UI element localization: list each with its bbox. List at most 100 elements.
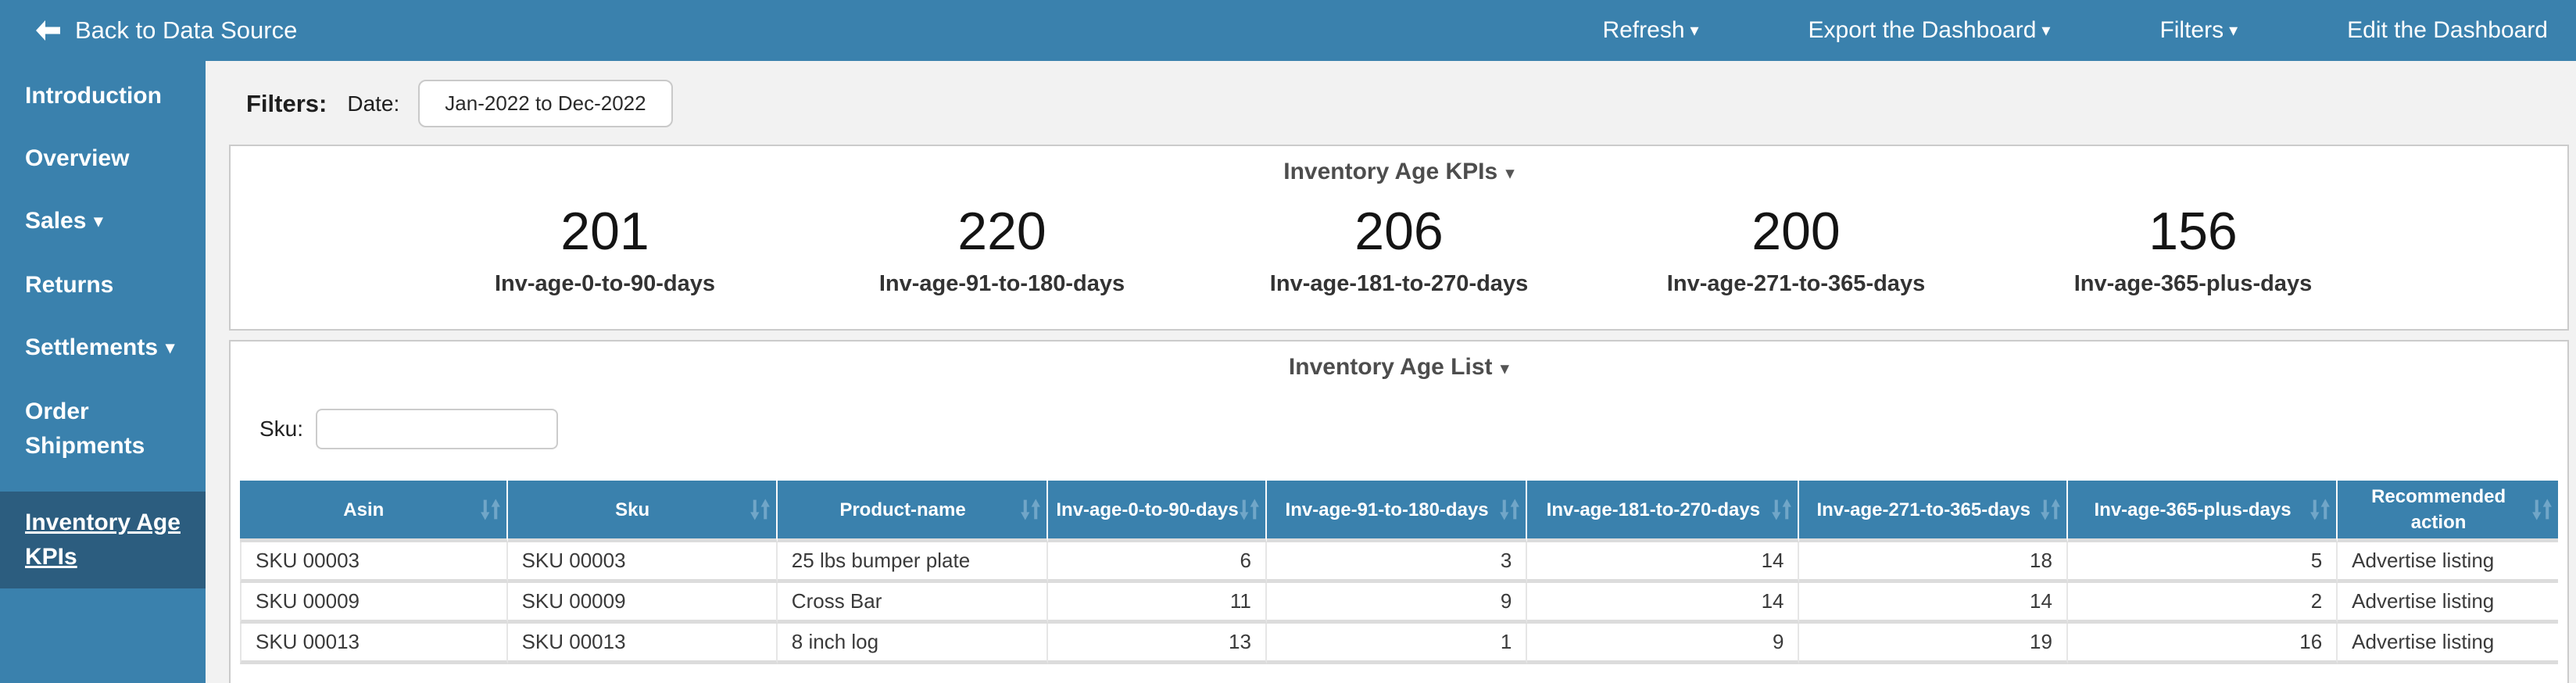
column-header-inv-age-0-to-90-days[interactable]: Inv-age-0-to-90-days: [1048, 481, 1267, 542]
column-header-label: Product-name: [839, 499, 966, 520]
back-to-data-source-button[interactable]: Back to Data Source: [0, 16, 297, 45]
cell-asin: SKU 00009: [240, 583, 508, 624]
chevron-down-icon[interactable]: ▾: [1501, 358, 1510, 378]
column-header-recommended-action[interactable]: Recommended action: [2338, 481, 2558, 542]
column-header-inv-age-181-to-270-days[interactable]: Inv-age-181-to-270-days: [1527, 481, 1800, 542]
column-header-label: Inv-age-91-to-180-days: [1285, 499, 1489, 520]
kpi-value: 156: [2148, 202, 2238, 261]
sidebar-item-label: Inventory Age KPIs: [25, 510, 181, 570]
column-header-label: Inv-age-0-to-90-days: [1056, 499, 1239, 520]
sort-icon: [2532, 499, 2552, 520]
list-panel-title: Inventory Age List ▾: [231, 342, 2567, 381]
chevron-down-icon: ▾: [2229, 20, 2238, 40]
cell-inv-age-91-to-180-days: 1: [1266, 624, 1528, 664]
sidebar-item-inventory-age-kpis[interactable]: Inventory Age KPIs: [0, 492, 206, 588]
table-row: SKU 00003 SKU 00003 25 lbs bumper plate 6 3 1…: [240, 542, 2558, 583]
kpi-row: 201 Inv-age-0-to-90-days 220 Inv-age-91-to-…: [231, 201, 2567, 297]
back-to-data-source-label: Back to Data Source: [75, 16, 298, 44]
cell-inv-age-0-to-90-days: 6: [1048, 542, 1267, 583]
cell-product-name: 25 lbs bumper plate: [777, 542, 1049, 583]
kpi-card-inv-age-181-to-270-days: 206 Inv-age-181-to-270-days: [1200, 201, 1597, 297]
kpi-card-inv-age-0-to-90-days: 201 Inv-age-0-to-90-days: [406, 201, 803, 297]
sort-icon: [2310, 499, 2331, 520]
back-arrow-icon: [36, 20, 60, 41]
column-header-sku[interactable]: Sku: [507, 481, 778, 542]
cell-inv-age-91-to-180-days: 9: [1266, 583, 1528, 624]
inventory-age-list-panel: Inventory Age List ▾ Sku: Asin Sku Product-…: [229, 340, 2569, 683]
menu-label: Filters: [2159, 17, 2224, 43]
menu-label: Export the Dashboard: [1808, 17, 2037, 43]
sidebar-item-label: Settlements: [25, 334, 159, 360]
column-header-label: Recommended action: [2371, 486, 2506, 533]
cell-asin: SKU 00003: [240, 542, 508, 583]
sort-icon: [750, 499, 770, 520]
cell-inv-age-0-to-90-days: 11: [1048, 583, 1267, 624]
cell-recommended-action: Advertise listing: [2338, 542, 2558, 583]
sort-icon: [480, 499, 500, 520]
column-header-inv-age-271-to-365-days[interactable]: Inv-age-271-to-365-days: [1799, 481, 2068, 542]
kpi-value: 200: [1751, 202, 1841, 261]
filters-row: Filters: Date: Jan-2022 to Dec-2022: [206, 61, 2576, 127]
chevron-down-icon[interactable]: ▾: [1505, 163, 1515, 183]
column-header-label: Inv-age-271-to-365-days: [1816, 499, 2030, 520]
chevron-down-icon: ▾: [94, 211, 103, 231]
kpi-card-inv-age-91-to-180-days: 220 Inv-age-91-to-180-days: [803, 201, 1200, 297]
table-row: SKU 00013 SKU 00013 8 inch log 13 1 9 19 16 Adve…: [240, 624, 2558, 664]
cell-inv-age-271-to-365-days: 19: [1799, 624, 2068, 664]
list-panel-title-label: Inventory Age List: [1288, 354, 1493, 380]
cell-inv-age-181-to-270-days: 14: [1527, 583, 1800, 624]
kpi-card-inv-age-365-plus-days: 156 Inv-age-365-plus-days: [1995, 201, 2392, 297]
column-header-inv-age-91-to-180-days[interactable]: Inv-age-91-to-180-days: [1266, 481, 1528, 542]
sidebar-item-label: Introduction: [25, 83, 162, 109]
column-header-product-name[interactable]: Product-name: [777, 481, 1049, 542]
kpi-panel-title-label: Inventory Age KPIs: [1283, 159, 1498, 184]
kpi-label: Inv-age-91-to-180-days: [878, 271, 1125, 297]
chevron-down-icon: ▾: [2041, 20, 2051, 40]
column-header-label: Inv-age-365-plus-days: [2094, 499, 2292, 520]
kpi-label: Inv-age-271-to-365-days: [1666, 271, 1926, 297]
chevron-down-icon: ▾: [1690, 20, 1699, 40]
filters-label: Filters:: [246, 89, 327, 117]
sku-input[interactable]: [316, 409, 559, 449]
sidebar-item-label: Sales: [25, 208, 87, 234]
menu-edit-the-dashboard[interactable]: Edit the Dashboard: [2347, 17, 2548, 44]
top-bar: Back to Data Source Refresh ▾ Export the D…: [0, 0, 2576, 61]
menu-filters[interactable]: Filters ▾: [2159, 17, 2238, 44]
sort-icon: [1772, 499, 1792, 520]
sidebar-item-returns[interactable]: Returns: [0, 268, 206, 302]
column-header-label: Sku: [615, 499, 650, 520]
sidebar-item-label: Returns: [25, 272, 114, 298]
cell-inv-age-271-to-365-days: 18: [1799, 542, 2068, 583]
sidebar-item-order-shipments[interactable]: Order Shipments: [0, 395, 206, 463]
kpi-label: Inv-age-0-to-90-days: [494, 271, 715, 297]
cell-inv-age-181-to-270-days: 14: [1527, 542, 1800, 583]
sidebar-item-settlements[interactable]: Settlements ▾: [0, 331, 206, 367]
menu-export-the-dashboard[interactable]: Export the Dashboard ▾: [1809, 17, 2051, 44]
date-range-button[interactable]: Jan-2022 to Dec-2022: [418, 80, 673, 127]
table-row: SKU 00009 SKU 00009 Cross Bar 11 9 14 14 2 Adver…: [240, 583, 2558, 624]
menu-refresh[interactable]: Refresh ▾: [1602, 17, 1698, 44]
kpi-panel-title: Inventory Age KPIs ▾: [231, 146, 2567, 185]
sidebar-item-overview[interactable]: Overview: [0, 141, 206, 176]
cell-sku: SKU 00013: [507, 624, 778, 664]
cell-inv-age-181-to-270-days: 9: [1527, 624, 1800, 664]
column-header-label: Inv-age-181-to-270-days: [1546, 499, 1761, 520]
sidebar-item-sales[interactable]: Sales ▾: [0, 204, 206, 240]
cell-product-name: Cross Bar: [777, 583, 1049, 624]
cell-recommended-action: Advertise listing: [2338, 624, 2558, 664]
cell-recommended-action: Advertise listing: [2338, 583, 2558, 624]
column-header-inv-age-365-plus-days[interactable]: Inv-age-365-plus-days: [2067, 481, 2338, 542]
cell-inv-age-271-to-365-days: 14: [1799, 583, 2068, 624]
column-header-asin[interactable]: Asin: [240, 481, 508, 542]
inventory-age-table: Asin Sku Product-name Inv-age-0-to-90-days I…: [240, 481, 2558, 664]
sku-filter-row: Sku:: [259, 409, 2567, 449]
sort-icon: [1500, 499, 1520, 520]
cell-inv-age-365-plus-days: 2: [2067, 583, 2338, 624]
sort-icon: [1240, 499, 1259, 520]
cell-asin: SKU 00013: [240, 624, 508, 664]
top-menu: Refresh ▾ Export the Dashboard ▾ Filters ▾ Edi…: [1602, 17, 2576, 44]
sidebar-item-introduction[interactable]: Introduction: [0, 79, 206, 113]
sort-icon: [2041, 499, 2060, 520]
cell-sku: SKU 00003: [507, 542, 778, 583]
sidebar-item-label: Overview: [25, 145, 130, 171]
